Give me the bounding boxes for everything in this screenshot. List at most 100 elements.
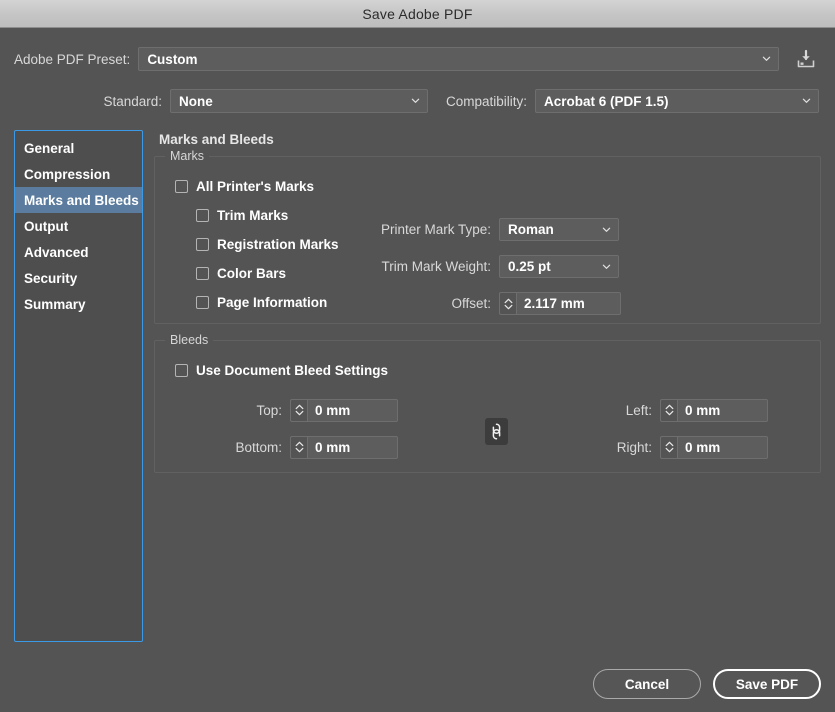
bleed-top-label: Top:	[210, 403, 282, 418]
compatibility-label: Compatibility:	[446, 94, 527, 109]
checkbox-icon	[175, 180, 188, 193]
sidebar-item-security[interactable]: Security	[15, 265, 142, 291]
checkbox-icon	[175, 364, 188, 377]
sidebar-item-general[interactable]: General	[15, 135, 142, 161]
bleed-left-value: 0 mm	[685, 403, 720, 418]
sidebar-item-output[interactable]: Output	[15, 213, 142, 239]
checkbox-color-bars[interactable]: Color Bars	[196, 259, 339, 288]
marks-options-column: Printer Mark Type: Roman Trim Mark Weigh…	[351, 215, 621, 326]
bleed-right-row: Right: 0 mm	[580, 433, 768, 461]
bleed-bottom-row: Bottom: 0 mm	[210, 433, 398, 461]
standard-dropdown[interactable]: None	[170, 89, 428, 113]
bleed-right-stepper[interactable]	[660, 436, 677, 459]
cancel-button-label: Cancel	[625, 677, 669, 692]
marks-checkbox-column: All Printer's Marks Trim Marks Registrat…	[175, 175, 339, 317]
offset-field-wrap: 2.117 mm	[499, 292, 621, 315]
bleed-left-column: Top: 0 mm	[210, 396, 398, 470]
trim-mark-weight-dropdown[interactable]: 0.25 pt	[499, 255, 619, 278]
checkbox-label: Use Document Bleed Settings	[196, 363, 388, 378]
sidebar-item-marks-and-bleeds[interactable]: Marks and Bleeds	[15, 187, 142, 213]
bleed-left-row: Left: 0 mm	[580, 396, 768, 424]
checkbox-label: All Printer's Marks	[196, 179, 314, 194]
checkbox-label: Trim Marks	[217, 208, 288, 223]
sidebar-item-label: Summary	[24, 297, 86, 312]
checkbox-all-printers-marks[interactable]: All Printer's Marks	[175, 175, 339, 197]
checkbox-icon	[196, 209, 209, 222]
offset-label: Offset:	[351, 296, 491, 311]
bleed-bottom-input[interactable]: 0 mm	[307, 436, 398, 459]
printer-mark-type-value: Roman	[508, 222, 554, 237]
sidebar-item-summary[interactable]: Summary	[15, 291, 142, 317]
sidebar-item-label: Advanced	[24, 245, 89, 260]
bleed-right-label: Right:	[580, 440, 652, 455]
chevron-down-icon	[762, 54, 771, 63]
bleed-right-input[interactable]: 0 mm	[677, 436, 768, 459]
marks-group-legend: Marks	[165, 149, 209, 163]
bleed-top-field-wrap: 0 mm	[290, 399, 398, 422]
checkbox-registration-marks[interactable]: Registration Marks	[196, 230, 339, 259]
offset-input[interactable]: 2.117 mm	[516, 292, 621, 315]
window-title: Save Adobe PDF	[362, 6, 472, 22]
checkbox-label: Registration Marks	[217, 237, 339, 252]
checkbox-label: Page Information	[217, 295, 327, 310]
cancel-button[interactable]: Cancel	[593, 669, 701, 699]
checkbox-page-information[interactable]: Page Information	[196, 288, 339, 317]
bleed-bottom-value: 0 mm	[315, 440, 350, 455]
bleed-top-input[interactable]: 0 mm	[307, 399, 398, 422]
checkbox-use-document-bleed-settings[interactable]: Use Document Bleed Settings	[175, 359, 388, 381]
checkbox-trim-marks[interactable]: Trim Marks	[196, 201, 339, 230]
preset-row: Adobe PDF Preset: Custom	[14, 44, 821, 74]
window-titlebar: Save Adobe PDF	[0, 0, 835, 28]
bleed-left-input[interactable]: 0 mm	[677, 399, 768, 422]
bleed-right-value: 0 mm	[685, 440, 720, 455]
save-preset-icon[interactable]	[791, 46, 821, 72]
trim-mark-weight-value: 0.25 pt	[508, 259, 551, 274]
offset-row: Offset: 2.117 mm	[351, 289, 621, 318]
standard-compatibility-row: Standard: None Compatibility: Acrobat 6 …	[14, 86, 821, 116]
panel-title: Marks and Bleeds	[159, 132, 821, 147]
bleed-left-field-wrap: 0 mm	[660, 399, 768, 422]
printer-mark-type-label: Printer Mark Type:	[351, 222, 491, 237]
save-pdf-button[interactable]: Save PDF	[713, 669, 821, 699]
sidebar-item-label: Security	[24, 271, 77, 286]
bleed-bottom-stepper[interactable]	[290, 436, 307, 459]
standard-label: Standard:	[14, 94, 162, 109]
bleeds-group: Bleeds Use Document Bleed Settings Top:	[154, 340, 821, 473]
bleed-right-field-wrap: 0 mm	[660, 436, 768, 459]
offset-value: 2.117 mm	[524, 296, 585, 311]
sidebar-item-compression[interactable]: Compression	[15, 161, 142, 187]
save-pdf-button-label: Save PDF	[736, 677, 798, 692]
chain-link-icon[interactable]	[485, 418, 508, 445]
chevron-down-icon	[802, 96, 811, 105]
compatibility-value: Acrobat 6 (PDF 1.5)	[544, 94, 669, 109]
preset-label: Adobe PDF Preset:	[14, 52, 130, 67]
bleed-values-grid: Top: 0 mm	[155, 396, 820, 466]
adobe-pdf-preset-dropdown[interactable]: Custom	[138, 47, 779, 71]
marks-group: Marks All Printer's Marks Trim Marks	[154, 156, 821, 324]
bleed-top-value: 0 mm	[315, 403, 350, 418]
sidebar-item-advanced[interactable]: Advanced	[15, 239, 142, 265]
offset-stepper[interactable]	[499, 292, 516, 315]
checkbox-icon	[196, 238, 209, 251]
bleed-bottom-field-wrap: 0 mm	[290, 436, 398, 459]
bleed-bottom-label: Bottom:	[210, 440, 282, 455]
bleed-top-row: Top: 0 mm	[210, 396, 398, 424]
printer-mark-type-row: Printer Mark Type: Roman	[351, 215, 621, 244]
standard-value: None	[179, 94, 213, 109]
bleed-top-stepper[interactable]	[290, 399, 307, 422]
compatibility-dropdown[interactable]: Acrobat 6 (PDF 1.5)	[535, 89, 819, 113]
sidebar-item-label: Compression	[24, 167, 110, 182]
checkbox-icon	[196, 296, 209, 309]
settings-category-list[interactable]: General Compression Marks and Bleeds Out…	[14, 130, 143, 642]
sidebar-item-label: Output	[24, 219, 68, 234]
bleeds-group-legend: Bleeds	[165, 333, 213, 347]
printer-mark-type-dropdown[interactable]: Roman	[499, 218, 619, 241]
bleed-left-label: Left:	[580, 403, 652, 418]
trim-mark-weight-label: Trim Mark Weight:	[351, 259, 491, 274]
checkbox-icon	[196, 267, 209, 280]
chevron-down-icon	[602, 225, 611, 234]
sidebar-item-label: Marks and Bleeds	[24, 193, 139, 208]
bleed-left-stepper[interactable]	[660, 399, 677, 422]
save-adobe-pdf-dialog: Adobe PDF Preset: Custom Standard: None …	[0, 44, 835, 712]
dialog-main: General Compression Marks and Bleeds Out…	[14, 130, 821, 642]
